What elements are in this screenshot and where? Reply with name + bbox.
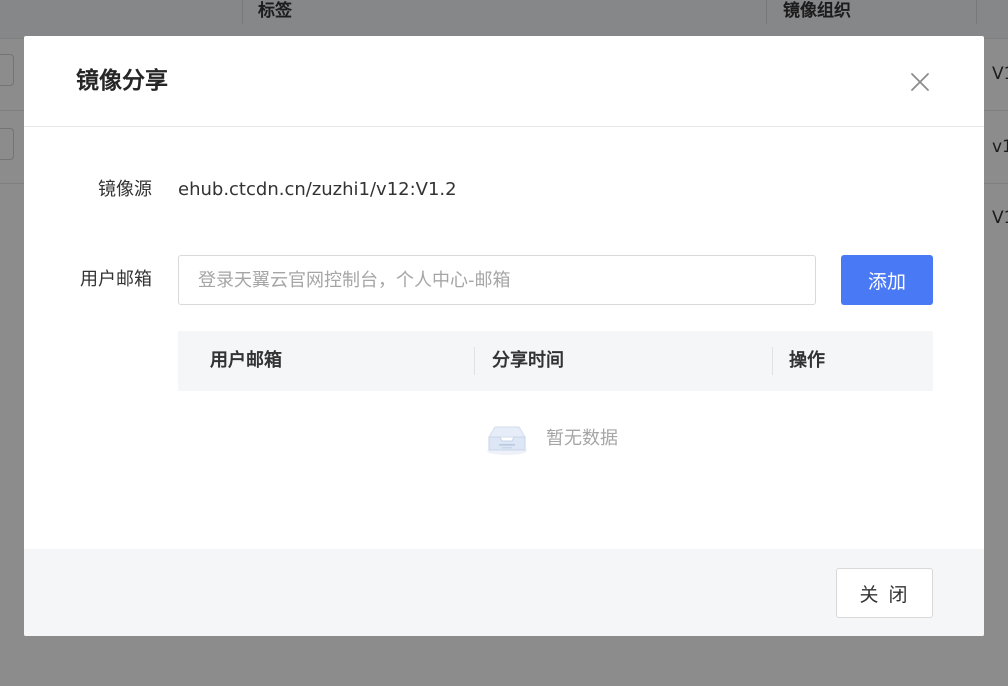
dialog-footer: 关 闭 [24, 549, 984, 636]
image-source-label: 镜像源 [98, 179, 152, 200]
empty-state: 暂无数据 [178, 391, 933, 487]
user-email-label: 用户邮箱 [80, 269, 152, 290]
close-icon[interactable] [908, 70, 932, 94]
user-email-input[interactable] [178, 255, 816, 305]
close-button[interactable]: 关 闭 [836, 568, 933, 618]
share-table-header: 用户邮箱 分享时间 操作 [178, 331, 933, 391]
column-header-share-time: 分享时间 [492, 350, 564, 371]
column-header-actions: 操作 [789, 350, 825, 371]
column-divider [772, 347, 773, 375]
column-header-email: 用户邮箱 [210, 350, 282, 371]
column-divider [474, 347, 475, 375]
empty-text: 暂无数据 [546, 428, 618, 449]
image-source-value: ehub.ctcdn.cn/zuzhi1/v12:V1.2 [178, 179, 457, 200]
empty-inbox-icon [487, 426, 527, 455]
dialog-title: 镜像分享 [76, 68, 168, 94]
image-share-dialog: 镜像分享 镜像源 ehub.ctcdn.cn/zuzhi1/v12:V1.2 用… [24, 36, 984, 636]
share-table: 用户邮箱 分享时间 操作 暂无数据 [178, 331, 933, 487]
add-button[interactable]: 添加 [841, 255, 933, 305]
dialog-header: 镜像分享 [24, 36, 984, 127]
